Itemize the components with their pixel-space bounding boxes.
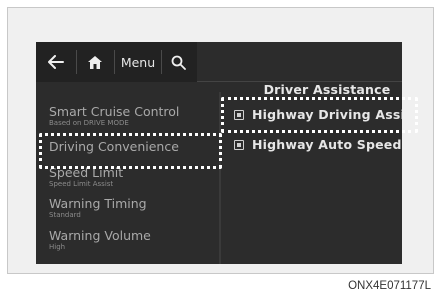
settings-menu: Smart Cruise Control Based on DRIVE MODE… (36, 82, 219, 264)
menu-item-title: Smart Cruise Control (49, 104, 180, 119)
highlight-driving-convenience (39, 133, 222, 169)
option-highway-auto-speed[interactable]: Highway Auto Speed... (234, 137, 402, 152)
menu-label: Menu (120, 54, 156, 70)
back-arrow-icon (48, 55, 64, 69)
topbar-separator (114, 50, 115, 74)
search-icon (171, 55, 186, 70)
back-button[interactable] (38, 42, 74, 82)
home-button[interactable] (78, 42, 112, 82)
menu-item-title: Warning Timing (49, 196, 147, 211)
figure-code: ONX4E071177L (348, 280, 431, 292)
menu-item-warning-volume[interactable]: Warning Volume High (49, 228, 219, 251)
menu-button[interactable]: Menu (116, 42, 160, 82)
highlight-highway-driving-assist (221, 97, 418, 133)
section-title: Driver Assistance (263, 82, 391, 97)
menu-item-warning-timing[interactable]: Warning Timing Standard (49, 196, 219, 219)
option-label: Highway Auto Speed... (252, 137, 402, 152)
top-bar: Menu (36, 42, 197, 82)
topbar-separator (76, 50, 77, 74)
home-icon (88, 55, 102, 69)
menu-item-smart-cruise-control[interactable]: Smart Cruise Control Based on DRIVE MODE (49, 104, 219, 127)
menu-item-title: Warning Volume (49, 228, 151, 243)
menu-item-subtitle: Based on DRIVE MODE (49, 119, 129, 127)
search-button[interactable] (162, 42, 194, 82)
menu-item-subtitle: High (49, 243, 66, 251)
menu-item-subtitle: Standard (49, 211, 81, 219)
checkbox-icon[interactable] (234, 139, 244, 150)
menu-item-subtitle: Speed Limit Assist (49, 180, 114, 188)
